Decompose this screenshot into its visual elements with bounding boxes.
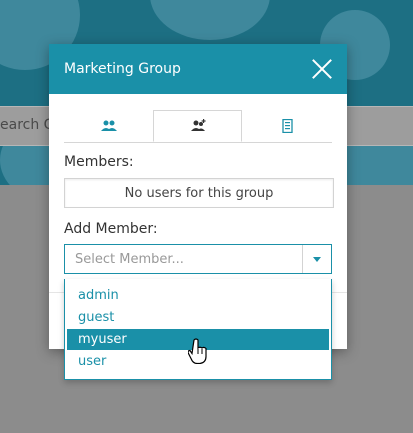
document-icon: [281, 119, 293, 133]
hand-cursor-icon: [188, 338, 207, 364]
background-search-text: earch G: [0, 117, 55, 133]
member-select[interactable]: Select Member...: [64, 244, 332, 274]
users-icon: [100, 120, 117, 131]
background-decoration: [150, 0, 270, 40]
dialog-header: Marketing Group: [49, 44, 347, 94]
member-select-input[interactable]: Select Member...: [75, 252, 184, 267]
member-dropdown: admin guest myuser user: [64, 279, 332, 380]
members-label: Members:: [64, 154, 134, 170]
chevron-down-icon: [313, 256, 321, 262]
option-guest[interactable]: guest: [67, 307, 329, 328]
tab-details[interactable]: [242, 110, 331, 142]
user-add-icon: [190, 119, 206, 131]
dialog-tabs: [64, 110, 332, 143]
members-empty-text: No users for this group: [124, 185, 274, 201]
option-admin[interactable]: admin: [67, 285, 329, 306]
members-list: No users for this group: [64, 178, 334, 208]
tab-add-member[interactable]: [153, 110, 242, 142]
dialog-title: Marketing Group: [64, 61, 181, 77]
close-icon[interactable]: [309, 56, 335, 82]
tab-users[interactable]: [64, 110, 153, 142]
select-toggle[interactable]: [302, 245, 331, 273]
add-member-label: Add Member:: [64, 221, 158, 237]
